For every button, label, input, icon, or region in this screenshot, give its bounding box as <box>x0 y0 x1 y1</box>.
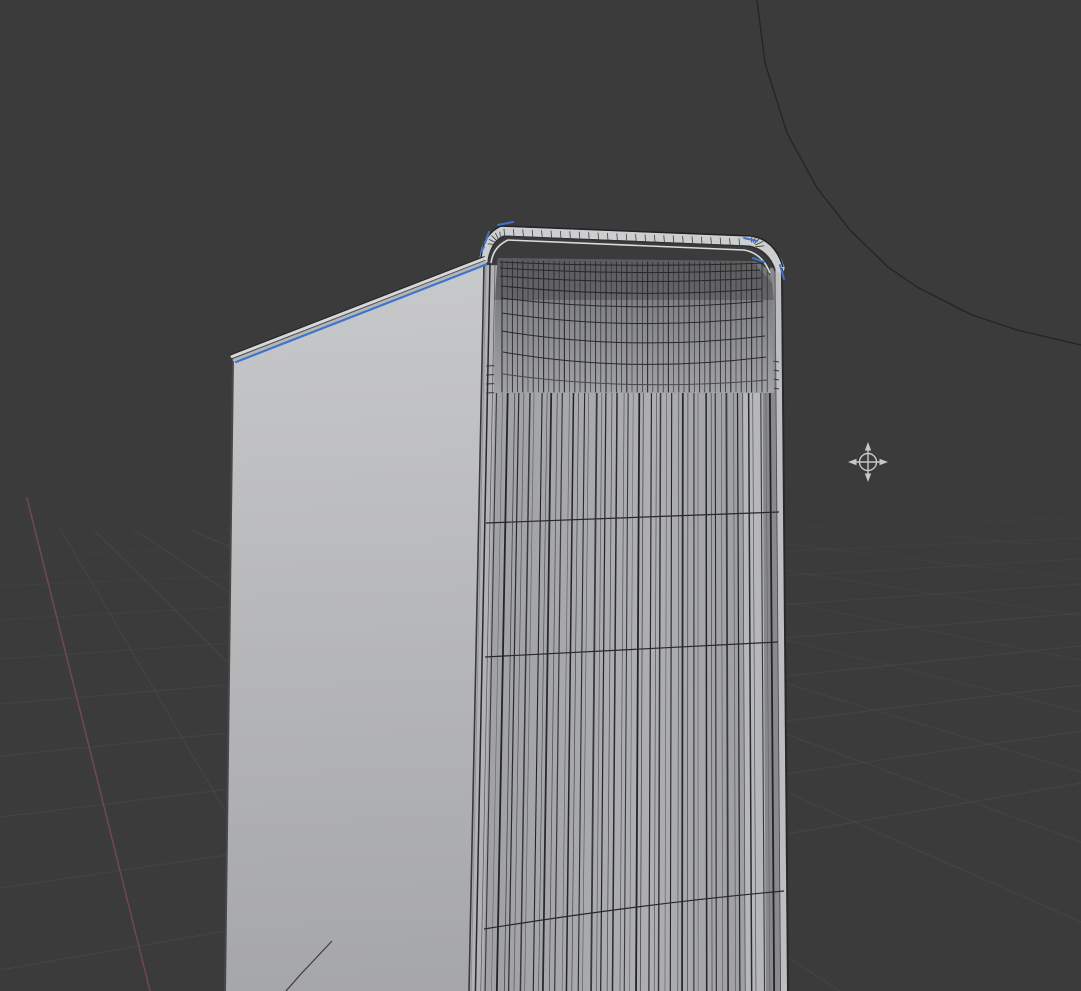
blender-3d-viewport[interactable] <box>0 0 1081 991</box>
viewport-canvas <box>0 0 1081 991</box>
model-left-face[interactable] <box>225 263 486 991</box>
model-top-recessed-surface[interactable] <box>494 258 774 393</box>
wireframe-tower-model[interactable] <box>224 221 789 991</box>
